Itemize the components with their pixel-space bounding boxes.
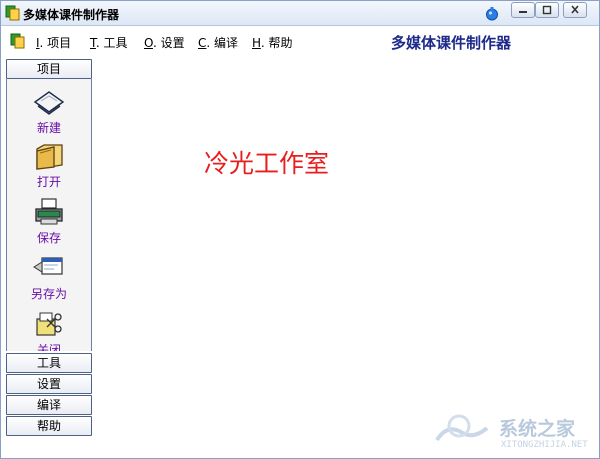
app-title-label: 多媒体课件制作器 [391,34,512,52]
help-orb-icon[interactable] [485,6,499,21]
close-button[interactable] [563,2,587,18]
open-folder-icon [7,141,91,171]
sidebar-group-settings[interactable]: 设置 [6,374,92,394]
close-tools-icon [7,309,91,339]
tool-label: 打开 [36,175,61,189]
tool-save[interactable]: 保存 [7,197,91,246]
tool-new[interactable]: 新建 [7,87,91,136]
sidebar-group-compile[interactable]: 编译 [6,395,92,415]
menu-item-tools[interactable]: T. 工具 [90,34,128,51]
watermark-text: 系统之家 [499,418,576,440]
app-icon [5,5,21,21]
menu-app-icon [10,33,26,49]
menu-bar: I. 项目 T. 工具 O. 设置 C. 编译 H. 帮助 多媒体课件制作器 [1,26,599,55]
sidebar: 项目 新建 打开 保存 另存为 关闭 工具 设置 编译 帮助 [6,59,92,436]
maximize-button[interactable] [535,2,559,18]
tool-open[interactable]: 打开 [7,141,91,190]
tool-label: 保存 [36,231,61,245]
tool-close[interactable]: 关闭 [7,309,91,351]
new-document-icon [7,87,91,117]
tool-save-as[interactable]: 另存为 [7,253,91,302]
menu-item-help[interactable]: H. 帮助 [252,34,292,51]
tool-label: 关闭 [36,343,61,351]
title-bar[interactable]: 多媒体课件制作器 [1,1,599,26]
watermark-url: XITONGZHIJIA.NET [501,440,588,450]
window-title: 多媒体课件制作器 [23,8,120,22]
tool-label: 另存为 [30,287,67,301]
menu-item-settings[interactable]: O. 设置 [144,34,185,51]
save-printer-icon [7,197,91,227]
tool-panel: 新建 打开 保存 另存为 关闭 [6,79,92,351]
sidebar-group-tools[interactable]: 工具 [6,353,92,373]
save-as-window-icon [7,253,91,283]
app-window: 多媒体课件制作器 I. 项目 T. 工具 O. 设置 C. 编译 H. 帮助 多… [0,0,600,459]
menu-item-compile[interactable]: C. 编译 [198,34,238,51]
minimize-button[interactable] [511,2,535,18]
sidebar-group-project[interactable]: 项目 [6,59,92,79]
tool-label: 新建 [36,121,61,135]
menu-item-project[interactable]: I. 项目 [36,34,71,51]
workspace-text: 冷光工作室 [204,149,330,178]
sidebar-group-help[interactable]: 帮助 [6,416,92,436]
